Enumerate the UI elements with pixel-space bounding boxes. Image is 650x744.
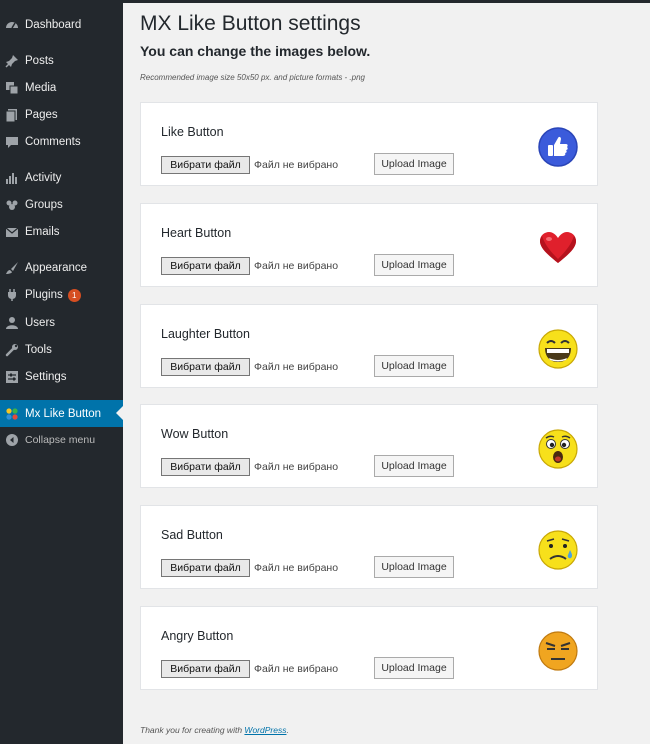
sidebar-item-plugins[interactable]: Plugins 1 xyxy=(0,282,123,308)
users-icon xyxy=(5,316,19,330)
sidebar-item-media[interactable]: Media xyxy=(0,75,123,101)
sidebar-item-label: Mx Like Button xyxy=(25,407,102,420)
sidebar-item-label: Settings xyxy=(25,371,67,383)
upload-image-button[interactable]: Upload Image xyxy=(374,254,454,276)
sidebar-item-label: Pages xyxy=(25,109,58,121)
choose-file-button[interactable]: Вибрати файл xyxy=(161,458,250,476)
sidebar-item-comments[interactable]: Comments xyxy=(0,129,123,155)
wordpress-link[interactable]: WordPress xyxy=(244,725,286,735)
pin-icon xyxy=(5,54,19,68)
sad-button-card: Sad Button Вибрати файл Файл не вибрано … xyxy=(140,505,598,589)
choose-file-button[interactable]: Вибрати файл xyxy=(161,660,250,678)
sidebar-item-tools[interactable]: Tools xyxy=(0,337,123,363)
brush-icon xyxy=(5,261,19,275)
update-count-badge: 1 xyxy=(67,288,81,302)
laughter-button-card: Laughter Button Вибрати файл Файл не виб… xyxy=(140,304,598,388)
sidebar-item-dashboard[interactable]: Dashboard xyxy=(0,12,123,38)
upload-image-button[interactable]: Upload Image xyxy=(374,657,454,679)
sidebar-item-users[interactable]: Users xyxy=(0,310,123,336)
sidebar-item-groups[interactable]: Groups xyxy=(0,192,123,218)
settings-icon xyxy=(5,370,19,384)
sidebar-item-label: Comments xyxy=(25,136,81,148)
sad-emoji-icon xyxy=(538,530,578,570)
plugin-icon xyxy=(5,288,19,302)
choose-file-button[interactable]: Вибрати файл xyxy=(161,156,250,174)
card-title: Heart Button xyxy=(161,226,232,240)
card-title: Wow Button xyxy=(161,427,229,441)
heart-button-card: Heart Button Вибрати файл Файл не вибран… xyxy=(140,203,598,287)
image-size-note: Recommended image size 50x50 px. and pic… xyxy=(140,73,366,82)
upload-image-button[interactable]: Upload Image xyxy=(374,455,454,477)
sidebar-item-label: Emails xyxy=(25,226,60,238)
sidebar-item-label: Dashboard xyxy=(25,19,82,31)
sidebar-item-label: Appearance xyxy=(25,262,88,274)
wrench-icon xyxy=(5,343,19,357)
choose-file-button[interactable]: Вибрати файл xyxy=(161,257,250,275)
angry-button-card: Angry Button Вибрати файл Файл не вибран… xyxy=(140,606,598,690)
sidebar-item-appearance[interactable]: Appearance xyxy=(0,255,123,281)
upload-image-button[interactable]: Upload Image xyxy=(374,556,454,578)
sidebar-item-mx-like-button[interactable]: Mx Like Button xyxy=(0,400,123,427)
dashboard-icon xyxy=(5,18,19,32)
collapse-icon xyxy=(5,433,19,447)
media-icon xyxy=(5,81,19,95)
mx-like-icon xyxy=(5,407,19,421)
groups-icon xyxy=(5,198,19,212)
sidebar-item-label: Posts xyxy=(25,55,54,67)
sidebar-item-label: Groups xyxy=(25,199,63,211)
wow-button-card: Wow Button Вибрати файл Файл не вибрано … xyxy=(140,404,598,488)
footer-text: Thank you for creating with xyxy=(140,725,245,735)
collapse-menu-button[interactable]: Collapse menu xyxy=(0,427,123,453)
like-button-card: Like Button Вибрати файл Файл не вибрано… xyxy=(140,102,598,186)
page-subtitle: You can change the images below. xyxy=(140,43,371,59)
choose-file-button[interactable]: Вибрати файл xyxy=(161,358,250,376)
sidebar-item-posts[interactable]: Posts xyxy=(0,48,123,74)
file-status-text: Файл не вибрано xyxy=(254,260,339,272)
file-status-text: Файл не вибрано xyxy=(254,562,339,574)
wow-emoji-icon xyxy=(538,429,578,469)
laughter-emoji-icon xyxy=(538,329,578,369)
card-title: Laughter Button xyxy=(161,327,250,341)
sidebar-item-label: Users xyxy=(25,317,56,329)
email-icon xyxy=(5,225,19,239)
pages-icon xyxy=(5,108,19,123)
file-status-text: Файл не вибрано xyxy=(254,159,339,171)
angry-emoji-icon xyxy=(538,631,578,671)
card-title: Angry Button xyxy=(161,629,234,643)
upload-image-button[interactable]: Upload Image xyxy=(374,153,454,175)
sidebar-item-label: Activity xyxy=(25,172,62,184)
admin-footer: Thank you for creating with WordPress. xyxy=(140,725,289,735)
upload-image-button[interactable]: Upload Image xyxy=(374,355,454,377)
sidebar-item-label: Collapse menu xyxy=(25,434,96,446)
activity-icon xyxy=(5,171,19,185)
sidebar-item-emails[interactable]: Emails xyxy=(0,219,123,245)
page-title: MX Like Button settings xyxy=(140,12,361,35)
choose-file-button[interactable]: Вибрати файл xyxy=(161,559,250,577)
admin-sidebar: Dashboard Posts Media Pages Comments Act… xyxy=(0,0,123,744)
sidebar-item-label: Tools xyxy=(25,344,52,356)
card-title: Like Button xyxy=(161,125,224,139)
file-status-text: Файл не вибрано xyxy=(254,361,339,373)
comment-icon xyxy=(5,135,19,149)
heart-emoji-icon xyxy=(540,232,576,263)
sidebar-item-label: Plugins xyxy=(25,289,63,301)
card-title: Sad Button xyxy=(161,528,223,542)
sidebar-item-label: Media xyxy=(25,82,57,94)
footer-end: . xyxy=(286,725,289,735)
sidebar-item-pages[interactable]: Pages xyxy=(0,102,123,128)
like-emoji-icon xyxy=(538,127,578,167)
sidebar-item-activity[interactable]: Activity xyxy=(0,165,123,191)
file-status-text: Файл не вибрано xyxy=(254,663,339,675)
sidebar-item-settings[interactable]: Settings xyxy=(0,364,123,390)
file-status-text: Файл не вибрано xyxy=(254,461,339,473)
